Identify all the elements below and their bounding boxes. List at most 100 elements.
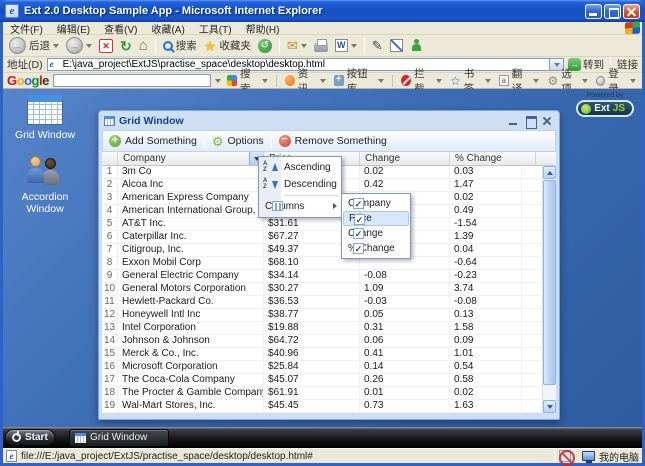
status-url: file:///E:/java_project/ExtJS/practise_s…	[21, 451, 550, 462]
desktop-icon-accordion-window[interactable]: Accordion Window	[7, 155, 83, 215]
table-row[interactable]: 8 Exxon Mobil Corp $68.10 -0.64	[102, 257, 542, 270]
checked-checkbox-icon[interactable]: ✓	[354, 214, 365, 225]
search-button[interactable]: 搜索	[161, 37, 199, 54]
window-maximize-icon[interactable]	[524, 115, 537, 127]
refresh-button[interactable]: ↻	[118, 38, 134, 54]
table-row[interactable]: 9 General Electric Company $34.14 -0.08 …	[102, 270, 542, 283]
discuss-button[interactable]: ✎	[370, 38, 385, 53]
stop-button[interactable]: ✕	[97, 38, 115, 54]
add-label: Add Something	[125, 135, 197, 147]
desktop-icon-grid-window[interactable]: Grid Window	[7, 95, 83, 141]
remove-something-button[interactable]: − Remove Something	[277, 134, 389, 148]
sort-ascending-item[interactable]: AZ Ascending	[259, 159, 341, 176]
home-button[interactable]: ⌂	[137, 37, 150, 54]
add-something-button[interactable]: + Add Something	[107, 134, 199, 148]
company-cell: AT&T Inc.	[118, 218, 264, 230]
status-page-icon: e	[6, 450, 17, 462]
checked-checkbox-icon[interactable]: ✓	[353, 198, 364, 209]
history-icon: ↺	[258, 39, 272, 53]
table-row[interactable]: 5 AT&T Inc. $31.61 -1.54	[102, 218, 542, 231]
table-row[interactable]: 11 Hewlett-Packard Co. $36.53 -0.03 -0.0…	[102, 296, 542, 309]
ie-toolbar: ← 后退 → ✕ ↻ ⌂ 搜索 ★ 收藏夹 ↺ ✉ W	[3, 35, 642, 57]
accordion-window-icon	[26, 155, 64, 187]
change-cell: 0.06	[360, 335, 450, 347]
table-row[interactable]: 18 The Procter & Gamble Company $61.91 0…	[102, 387, 542, 400]
table-row[interactable]: 6 Caterpillar Inc. $67.27 1.39	[102, 231, 542, 244]
edit-button[interactable]: W	[333, 38, 359, 53]
google-separator	[392, 75, 393, 87]
table-row[interactable]: 13 Intel Corporation $19.88 0.31 1.58	[102, 322, 542, 335]
grid-window-titlebar[interactable]: Grid Window	[99, 111, 559, 130]
sort-ascending-icon: AZ	[263, 161, 279, 174]
column-toggle-item[interactable]: % Change ✓	[343, 241, 409, 256]
column-toggle-item[interactable]: Change ✓	[343, 226, 409, 241]
forward-button[interactable]: →	[64, 36, 94, 55]
price-cell: $38.77	[264, 309, 360, 321]
google-logo-letter: e	[42, 73, 49, 88]
change-cell: 0.41	[360, 348, 450, 360]
window-close-icon[interactable]	[541, 115, 554, 127]
company-column-header[interactable]: Company	[118, 152, 264, 165]
column-toggle-item[interactable]: Price ✓	[343, 211, 409, 226]
columns-menu-item[interactable]: Columns	[259, 198, 341, 215]
favorites-button[interactable]: ★ 收藏夹	[202, 37, 253, 54]
scroll-up-button[interactable]	[543, 166, 556, 179]
checked-checkbox-icon[interactable]: ✓	[353, 228, 364, 239]
menu-item[interactable]: 编辑(E)	[50, 21, 97, 36]
table-row[interactable]: 14 Johnson & Johnson $64.72 0.06 0.09	[102, 335, 542, 348]
close-button[interactable]	[623, 4, 640, 19]
extjs-logo-text: Ext	[594, 103, 610, 114]
menu-item[interactable]: 收藏(A)	[144, 21, 191, 36]
pencil-icon: ✎	[372, 39, 383, 52]
column-header-menu: AZ Ascending AZ Descending Columns	[258, 156, 342, 218]
messenger-button[interactable]	[408, 38, 425, 53]
restore-button[interactable]	[604, 4, 621, 19]
caret-icon	[320, 79, 326, 83]
grid-scrollbar[interactable]	[542, 166, 556, 413]
menu-item[interactable]: 文件(F)	[3, 21, 50, 36]
sort-descending-item[interactable]: AZ Descending	[259, 176, 341, 193]
menu-item[interactable]: 帮助(H)	[239, 21, 287, 36]
messenger-icon	[410, 39, 423, 52]
research-button[interactable]	[388, 38, 405, 53]
options-gear-icon: ⚙	[212, 135, 224, 148]
columns-submenu: Company ✓ Price ✓ Change ✓ % Change ✓	[341, 193, 411, 259]
company-cell: The Procter & Gamble Company	[118, 387, 264, 399]
scroll-down-button[interactable]	[543, 400, 556, 413]
arrow-up-icon	[547, 171, 553, 175]
windows-logo	[625, 21, 640, 34]
table-row[interactable]: 15 Merck & Co., Inc. $40.96 0.41 1.01	[102, 348, 542, 361]
change-column-header[interactable]: Change	[360, 152, 450, 165]
menu-item[interactable]: 查看(V)	[97, 21, 144, 36]
start-label: Start	[25, 432, 48, 443]
pct-change-cell: 1.01	[450, 348, 522, 360]
scrollbar-thumb[interactable]	[543, 180, 556, 385]
table-row[interactable]: 10 General Motors Corporation $30.27 1.0…	[102, 283, 542, 296]
options-button[interactable]: ⚙ Options	[210, 134, 266, 149]
table-row[interactable]: 19 Wal-Mart Stores, Inc. $45.45 0.73 1.6…	[102, 400, 542, 413]
pct-change-column-header[interactable]: % Change	[450, 152, 536, 165]
table-row[interactable]: 17 The Coca-Cola Company $45.07 0.26 0.5…	[102, 374, 542, 387]
grid-window-icon	[27, 95, 63, 125]
history-button[interactable]: ↺	[256, 38, 274, 54]
column-toggle-item[interactable]: Company ✓	[343, 196, 409, 211]
task-label: Grid Window	[90, 432, 147, 443]
table-row[interactable]: 12 Honeywell Intl Inc $38.77 0.05 0.13	[102, 309, 542, 322]
table-row[interactable]: 7 Citigroup, Inc. $49.37 0.04	[102, 244, 542, 257]
row-number-header	[102, 152, 118, 165]
checked-checkbox-icon[interactable]: ✓	[353, 243, 364, 254]
caret-icon	[378, 79, 384, 83]
back-button[interactable]: ← 后退	[7, 36, 61, 55]
menu-item[interactable]: 工具(T)	[192, 21, 239, 36]
google-search-input[interactable]	[53, 74, 211, 87]
ext-branding: Powered by Ext JS	[576, 92, 634, 117]
mail-button[interactable]: ✉	[285, 38, 309, 53]
table-row[interactable]: 16 Microsoft Corporation $25.84 0.14 0.5…	[102, 361, 542, 374]
change-cell: 0.05	[360, 309, 450, 321]
minimize-button[interactable]	[585, 4, 602, 19]
my-computer-icon	[582, 451, 595, 461]
print-button[interactable]	[312, 38, 330, 53]
window-minimize-icon[interactable]	[507, 115, 520, 127]
taskbar-task-grid-window[interactable]: Grid Window	[69, 429, 169, 447]
start-button[interactable]: Start	[5, 429, 55, 446]
